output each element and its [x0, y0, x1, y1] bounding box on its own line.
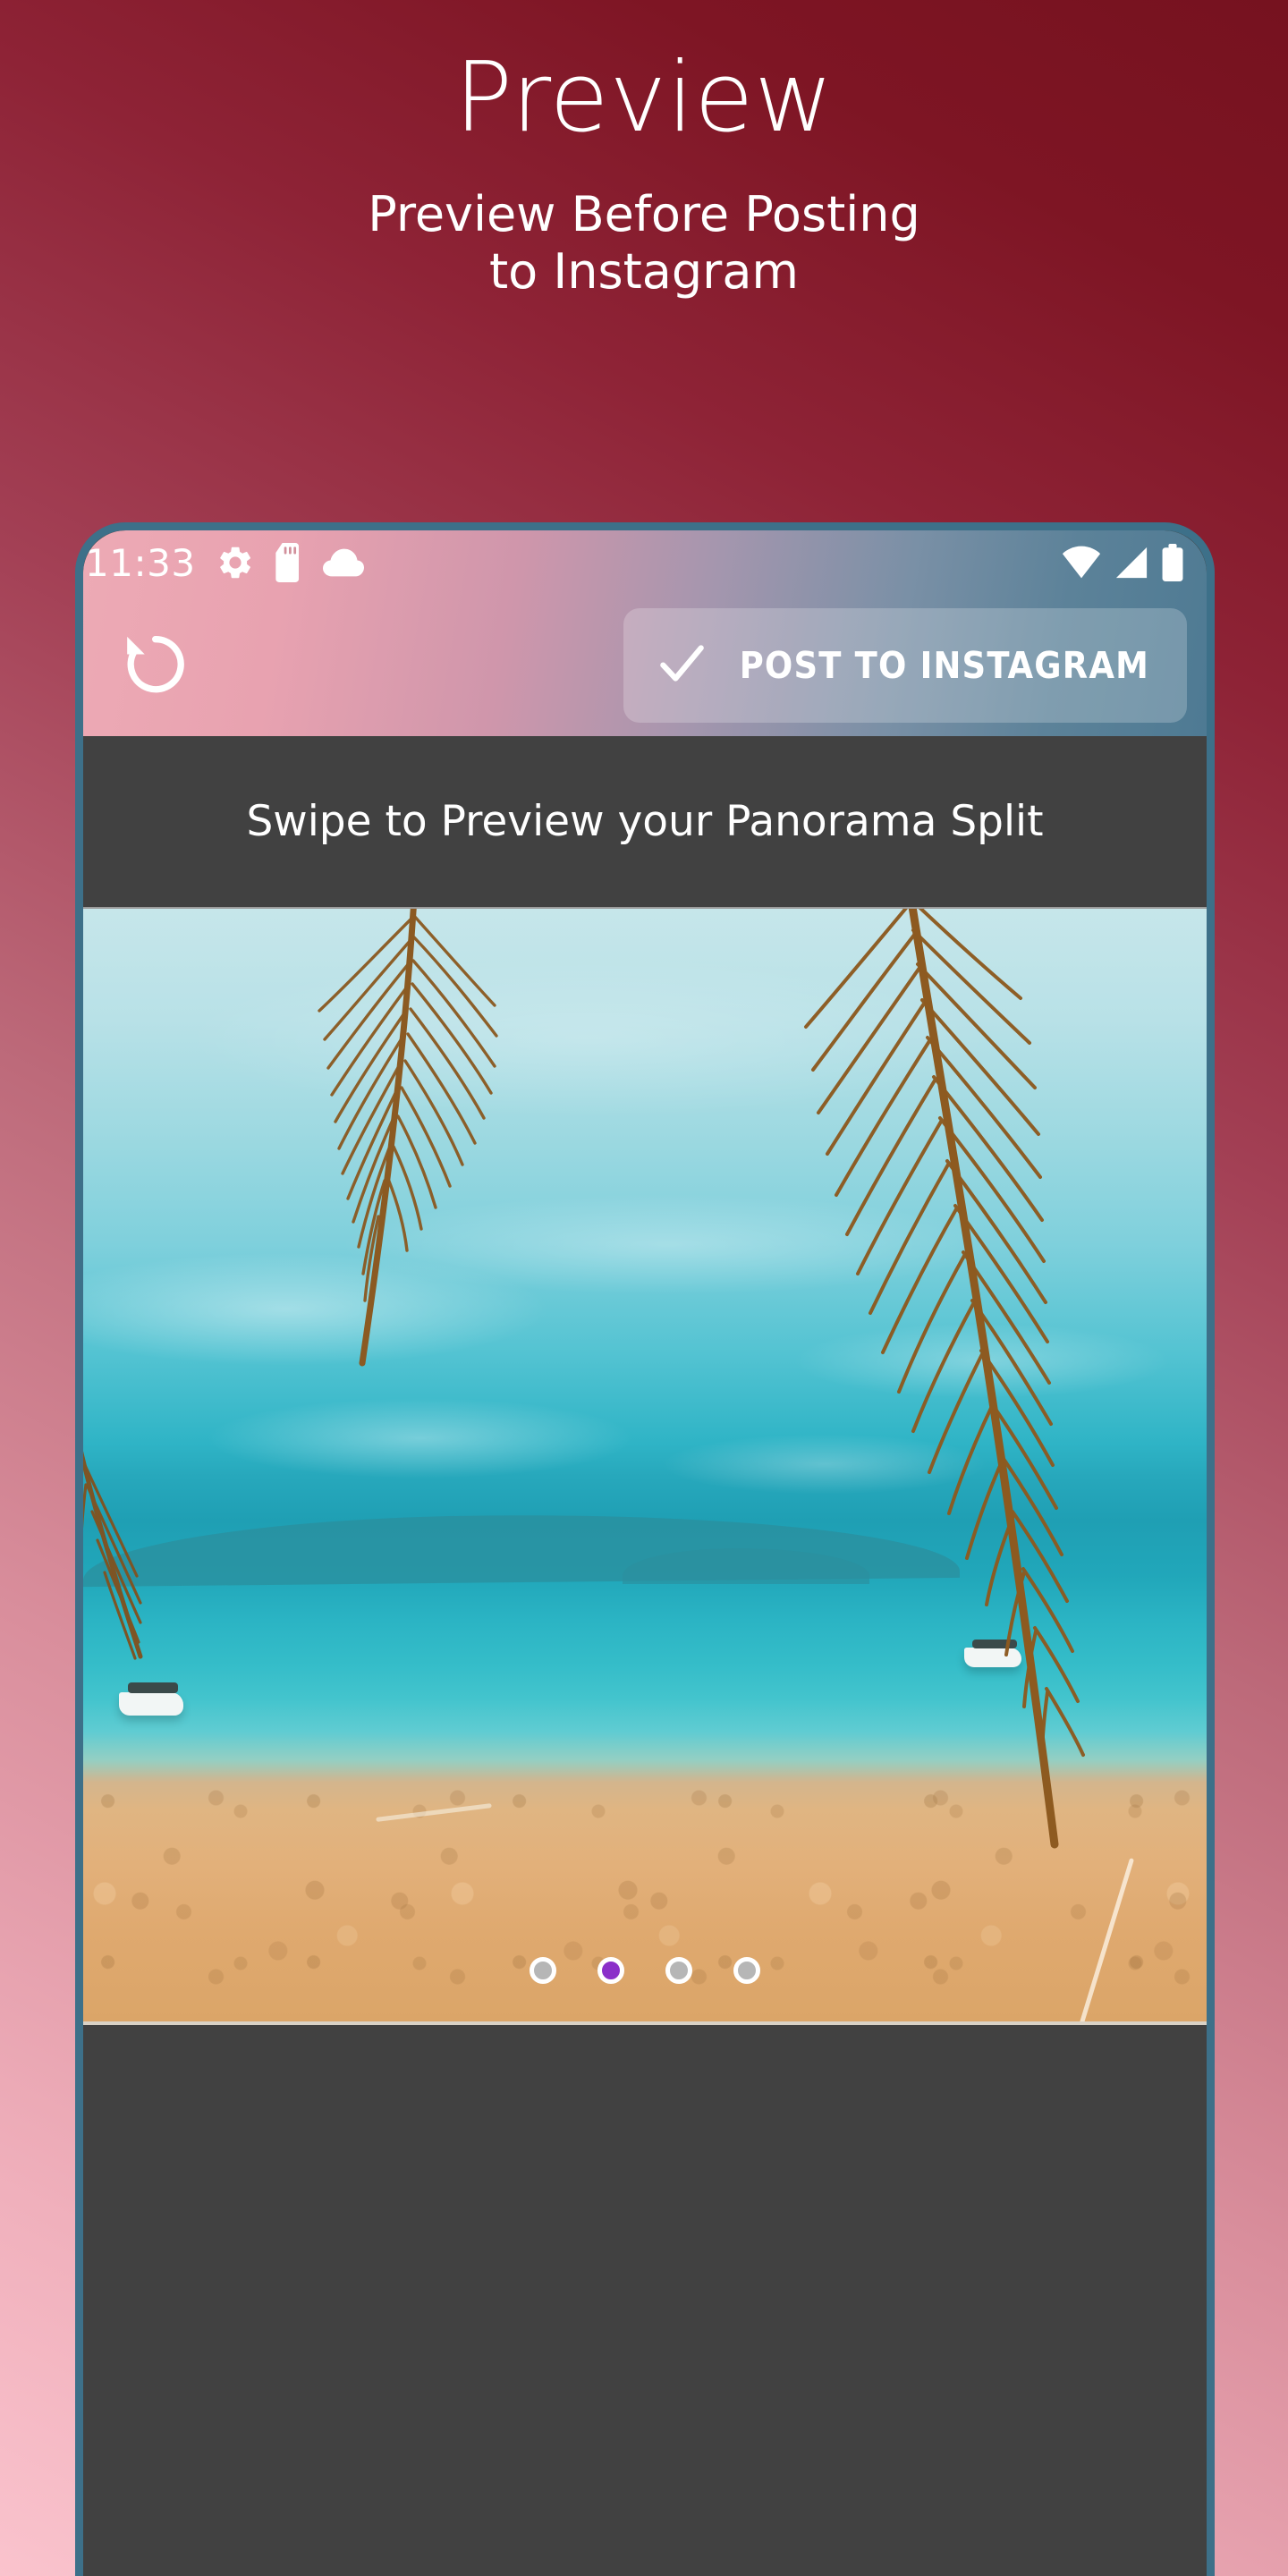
swipe-hint-banner: Swipe to Preview your Panorama Split	[83, 736, 1207, 910]
swipe-hint-text: Swipe to Preview your Panorama Split	[246, 797, 1044, 847]
pagination-dot-2[interactable]	[597, 1957, 624, 1984]
promo-subtitle-line-2: to Instagram	[488, 242, 800, 300]
status-time: 11:33	[85, 540, 196, 585]
app-bar: POST TO INSTAGRAM	[83, 595, 1207, 736]
status-bar: 11:33	[83, 530, 1207, 595]
palm-frond-lower-left	[83, 1445, 226, 1678]
promo-header: Preview Preview Before Posting to Instag…	[0, 0, 1288, 300]
battery-icon	[1162, 544, 1183, 581]
promo-subtitle: Preview Before Posting to Instagram	[0, 186, 1288, 300]
rotate-left-icon	[117, 626, 192, 706]
pagination-dot-3[interactable]	[665, 1957, 692, 1984]
sd-card-icon	[275, 543, 303, 582]
status-bar-right	[1062, 544, 1183, 581]
pagination-dot-1[interactable]	[530, 1957, 556, 1984]
beach-photo	[83, 909, 1207, 2022]
gear-icon	[216, 543, 255, 582]
phone-frame: 11:33 POST TO INSTAGRAM Swipe to Preview…	[75, 522, 1215, 2576]
status-bar-left: 11:33	[83, 541, 364, 585]
phone-top-zone: 11:33 POST TO INSTAGRAM	[83, 530, 1207, 736]
panorama-preview[interactable]	[83, 909, 1207, 2025]
page-title: Preview	[454, 42, 834, 154]
wifi-icon	[1062, 546, 1101, 580]
pagination-dot-4[interactable]	[733, 1957, 760, 1984]
cell-signal-icon	[1114, 546, 1149, 580]
post-to-instagram-button[interactable]: POST TO INSTAGRAM	[623, 608, 1187, 723]
boat-deck	[128, 1682, 179, 1694]
pagination-dots	[83, 1957, 1207, 1984]
phone-screen: 11:33 POST TO INSTAGRAM Swipe to Preview…	[83, 530, 1207, 2576]
cloud-icon	[322, 547, 364, 578]
boat-left	[119, 1682, 184, 1716]
lower-panel	[83, 2025, 1207, 2576]
promo-subtitle-line-1: Preview Before Posting	[368, 186, 920, 242]
palm-frond-left	[280, 909, 548, 1399]
check-icon	[654, 636, 709, 696]
post-to-instagram-label: POST TO INSTAGRAM	[739, 644, 1149, 687]
promo-screenshot: Preview Preview Before Posting to Instag…	[0, 0, 1288, 2576]
palm-frond-right	[700, 909, 1165, 1889]
rotate-left-button[interactable]	[114, 624, 196, 707]
